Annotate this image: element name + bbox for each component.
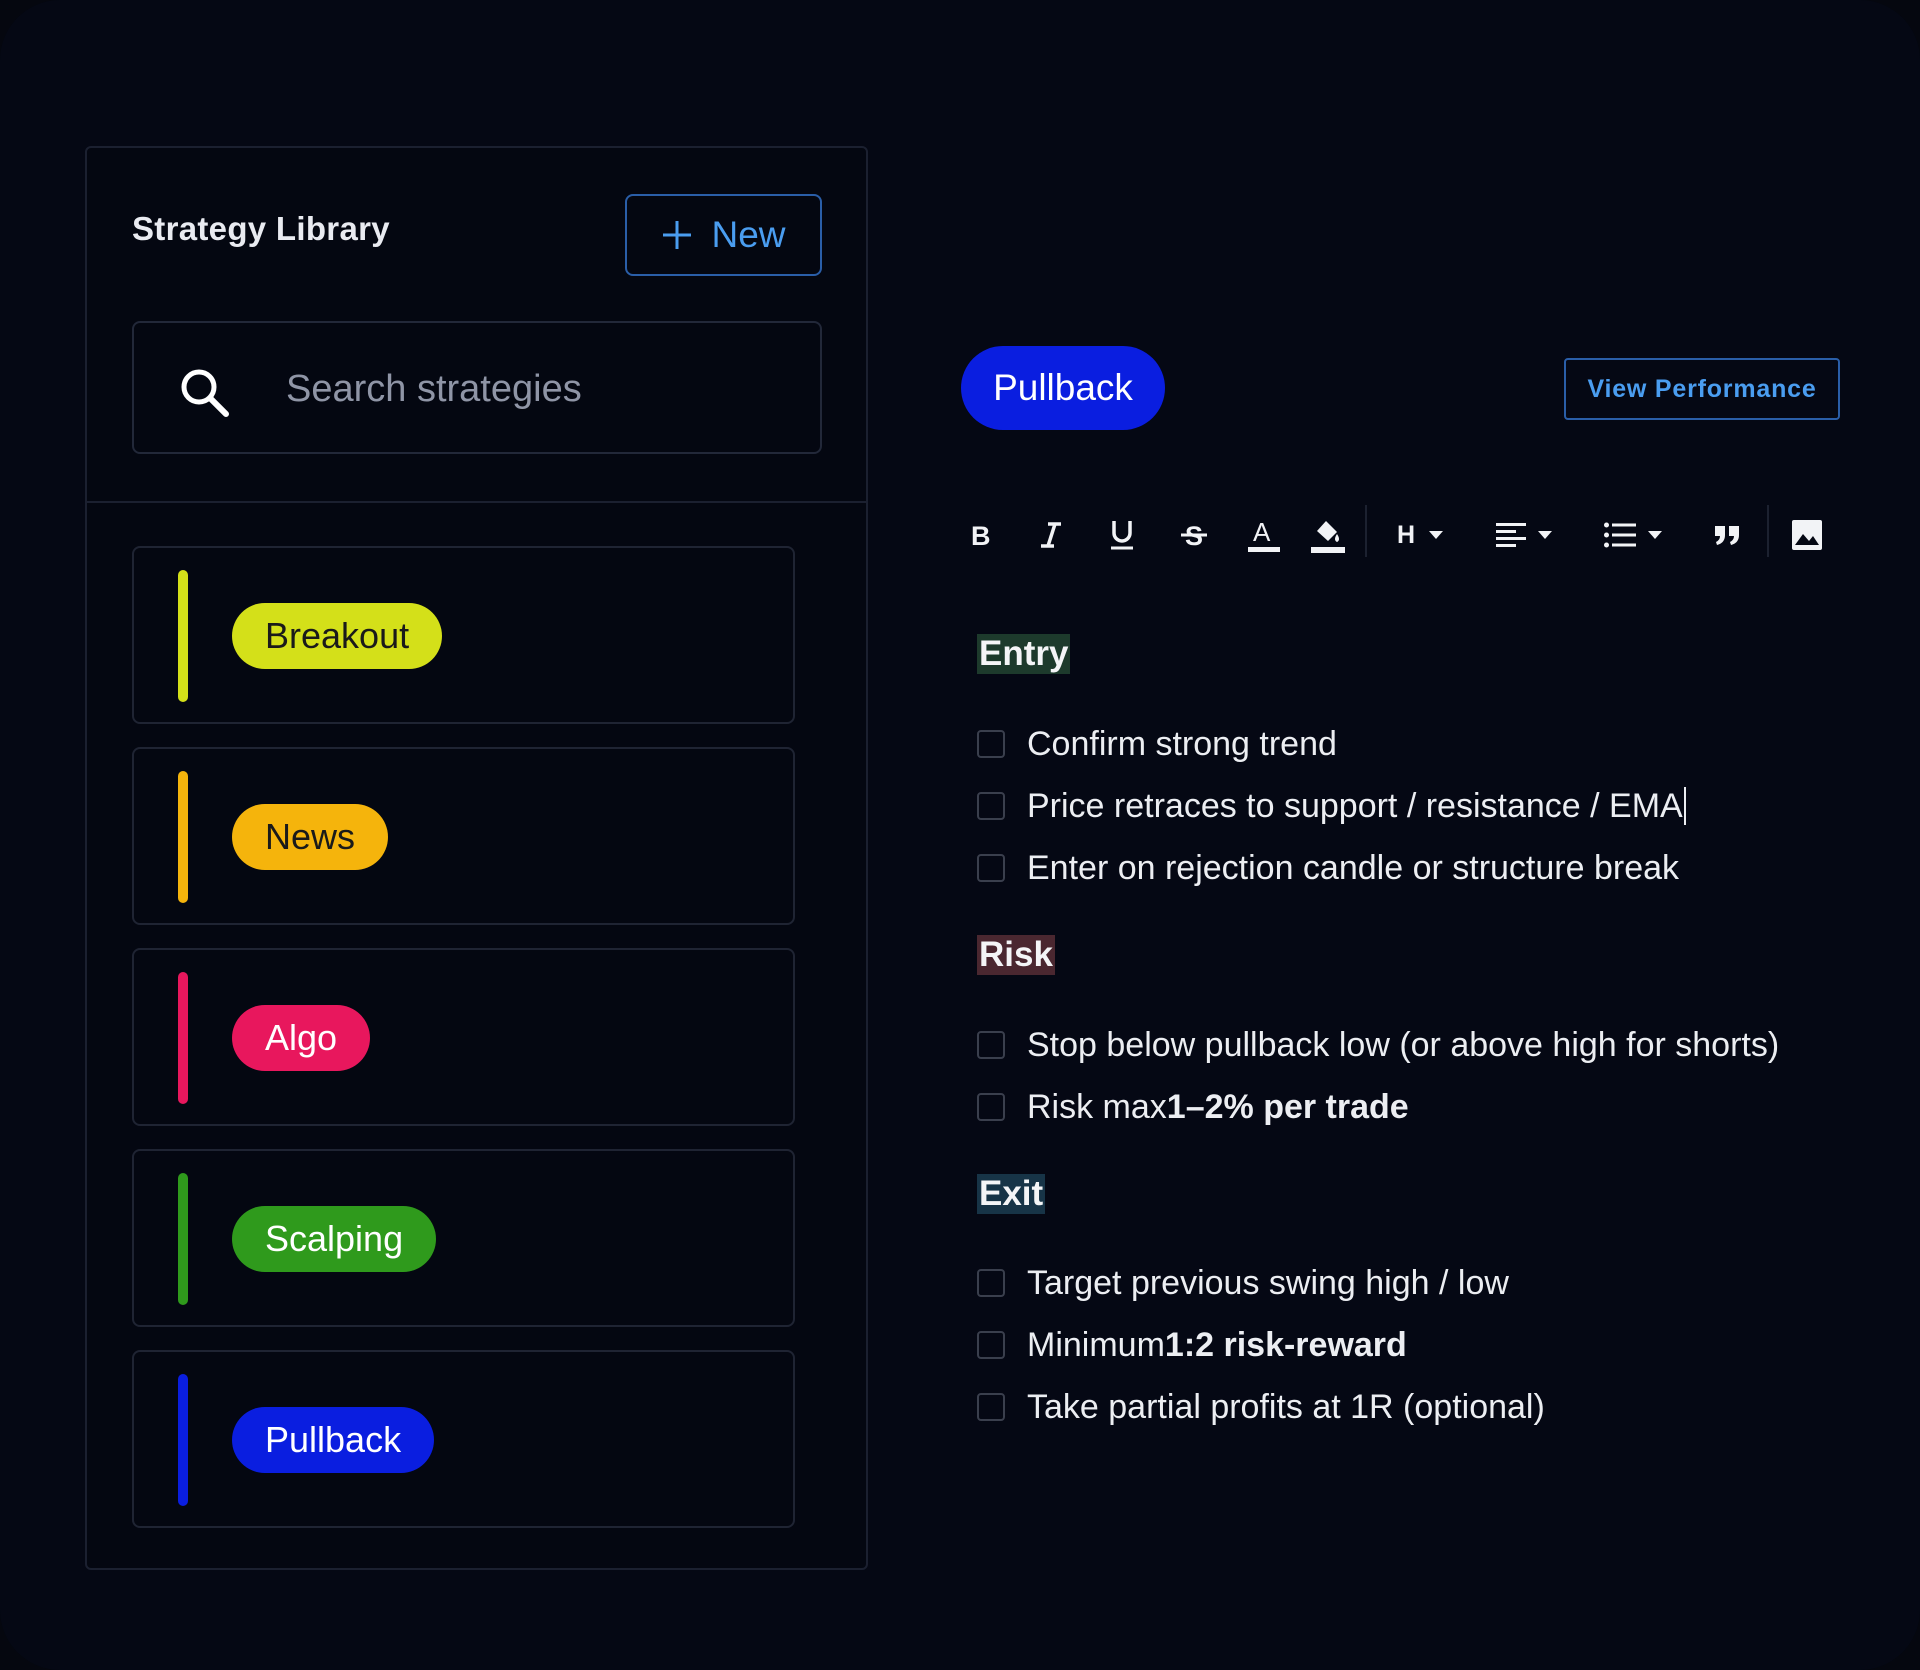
checklist-item-bold: 1:2 risk-reward [1164, 1325, 1407, 1364]
toolbar-divider [1365, 505, 1367, 557]
text-color-button[interactable]: A [1244, 505, 1284, 565]
quote-button[interactable] [1707, 505, 1747, 565]
checkbox[interactable] [977, 1269, 1005, 1297]
exit-heading: Exit [977, 1174, 1046, 1214]
plus-icon [663, 221, 692, 249]
checklist-item-bold: 1–2% per trade [1166, 1087, 1409, 1126]
checklist-item: Stop below pullback low (or above high f… [977, 1023, 1779, 1067]
image-button[interactable] [1787, 505, 1827, 565]
heading-icon: H [1396, 520, 1416, 549]
toolbar-divider [1767, 505, 1769, 557]
checklist-item: Minimum 1:2 risk-reward [977, 1323, 1407, 1367]
checklist-item-text: Enter on rejection candle or structure b… [1027, 848, 1680, 887]
strategy-color-bar [178, 972, 188, 1104]
strategy-tag: Breakout [232, 603, 443, 669]
checklist-item: Target previous swing high / low [977, 1261, 1509, 1305]
editor-toolbar: B S A H [961, 505, 1841, 565]
text-color-icon: A [1248, 517, 1280, 552]
search-icon [181, 369, 229, 417]
checkbox[interactable] [977, 1031, 1005, 1059]
search-input[interactable] [284, 353, 788, 425]
chevron-down-icon [1429, 531, 1444, 539]
strategy-color-bar [178, 1374, 188, 1506]
new-strategy-button[interactable]: New [625, 194, 822, 276]
underline-button[interactable] [1102, 505, 1142, 565]
align-dropdown[interactable] [1491, 505, 1557, 565]
view-performance-button[interactable]: View Performance [1564, 358, 1840, 420]
strikethrough-icon: S [1181, 521, 1207, 550]
checklist-item-text: Minimum [1027, 1325, 1165, 1364]
checklist-item: Confirm strong trend [977, 722, 1337, 766]
checkbox[interactable] [977, 792, 1005, 820]
risk-heading: Risk [977, 935, 1055, 975]
underline-icon [1111, 521, 1133, 550]
highlight-icon [1311, 521, 1345, 553]
strategy-tag: Pullback [232, 1407, 435, 1473]
checkbox[interactable] [977, 1393, 1005, 1421]
bold-button[interactable]: B [961, 505, 1001, 565]
chevron-down-icon [1648, 531, 1662, 539]
strategy-card[interactable]: Algo [132, 948, 795, 1126]
svg-text:A: A [1253, 517, 1271, 547]
strategy-tag: News [232, 804, 389, 870]
text-cursor [1683, 787, 1686, 825]
checklist-item: Risk max 1–2% per trade [977, 1085, 1409, 1129]
strategy-color-bar [178, 771, 188, 903]
strategy-card[interactable]: Breakout [132, 546, 795, 724]
chevron-down-icon [1538, 531, 1552, 539]
library-header: Strategy Library New [87, 148, 866, 503]
strategy-card[interactable]: Scalping [132, 1149, 795, 1327]
italic-button[interactable] [1031, 505, 1071, 565]
image-icon [1792, 520, 1822, 550]
checklist-item-text: Take partial profits at 1R (optional) [1027, 1387, 1545, 1426]
quote-icon [1715, 526, 1739, 545]
checkbox[interactable] [977, 730, 1005, 758]
checklist-item: Price retraces to support / resistance /… [977, 784, 1686, 828]
list-dropdown[interactable] [1600, 505, 1666, 565]
bold-icon: B [971, 521, 991, 549]
svg-text:B: B [971, 521, 991, 549]
search-box[interactable] [132, 321, 822, 454]
checklist-item-text: Risk max [1027, 1087, 1167, 1126]
checklist-item-text: Stop below pullback low (or above high f… [1027, 1025, 1780, 1064]
strategy-library-panel: Strategy Library New Breakout News [85, 146, 868, 1570]
heading-dropdown[interactable]: H [1388, 505, 1452, 565]
new-button-label: New [711, 214, 786, 255]
strategy-card[interactable]: Pullback [132, 1350, 795, 1528]
strategy-color-bar [178, 1173, 188, 1305]
checklist-item-text: Confirm strong trend [1027, 724, 1337, 763]
strategy-list: Breakout News Algo Scalping Pullback [132, 546, 795, 1551]
highlight-button[interactable] [1306, 505, 1350, 565]
italic-icon [1041, 522, 1061, 548]
checklist-item-text: Target previous swing high / low [1027, 1263, 1509, 1302]
checkbox[interactable] [977, 1093, 1005, 1121]
align-icon [1496, 523, 1526, 547]
checklist-item: Take partial profits at 1R (optional) [977, 1385, 1545, 1429]
strikethrough-button[interactable]: S [1174, 505, 1214, 565]
checkbox[interactable] [977, 854, 1005, 882]
strategy-tag: Algo [232, 1005, 371, 1071]
checklist-item-text: Price retraces to support / resistance /… [1027, 786, 1683, 825]
checkbox[interactable] [977, 1331, 1005, 1359]
list-icon [1604, 522, 1636, 548]
strategy-color-bar [178, 570, 188, 702]
strategy-card[interactable]: News [132, 747, 795, 925]
library-title: Strategy Library [132, 210, 390, 247]
strategy-tag: Scalping [232, 1206, 437, 1272]
entry-heading: Entry [977, 634, 1071, 674]
active-strategy-chip[interactable]: Pullback [961, 346, 1165, 430]
checklist-item: Enter on rejection candle or structure b… [977, 846, 1679, 890]
